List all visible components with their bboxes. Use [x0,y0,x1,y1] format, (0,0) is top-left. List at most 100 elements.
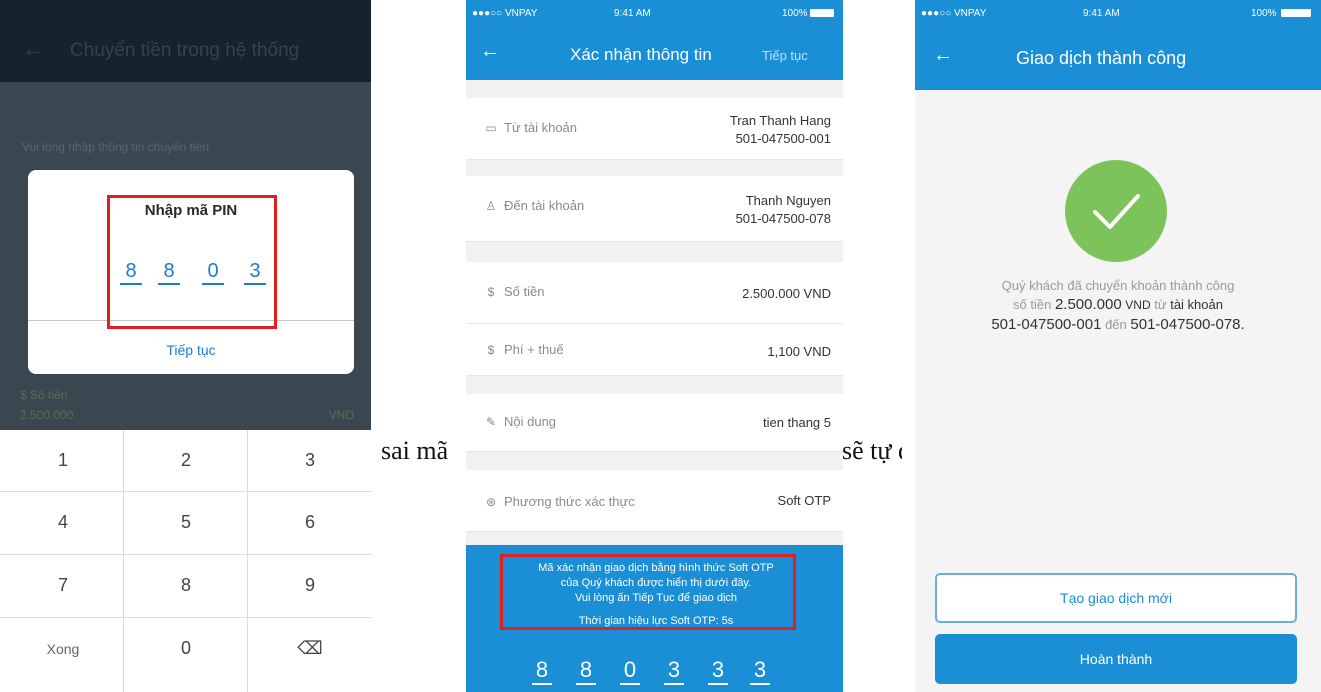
row-label-text: Từ tài khoản [504,120,578,135]
row-value: Tran Thanh Hang 501-047500-001 [730,112,831,148]
dollar-icon: $ [487,284,495,299]
nav-bar: ← Xác nhận thông tin Tiếp tục [466,28,843,80]
status-bar [0,0,371,18]
otp-digit: 3 [664,657,684,685]
amount-value: 2.500.000 [20,408,74,422]
checkmark-icon [1093,194,1140,229]
new-transaction-button[interactable]: Tạo giao dịch mới [935,573,1297,623]
divider [247,430,248,692]
success-screen: ●●●○○ VNPAY 9:41 AM 100% ← Giao dịch thà… [915,0,1321,692]
key-7[interactable]: 7 [2,555,124,616]
status-time: 9:41 AM [614,8,651,19]
pen-icon: ✎ [485,414,497,429]
row-label: ♙ Đến tài khoản [484,198,585,213]
document-text: sẽ tự đ [842,436,902,465]
dollar-icon: $ [20,388,31,402]
message-line: Quý khách đã chuyển khoản thành công [1001,278,1235,293]
confirm-screen: ●●●○○ VNPAY 9:41 AM 100% ← Xác nhận thôn… [466,0,843,692]
page-title: Giao dịch thành công [1016,48,1187,68]
continue-button[interactable]: Tiếp tục [28,342,354,358]
success-circle [1065,160,1167,262]
message-line: 501-047500-001 đến 501-047500-078. [935,315,1301,334]
row-label: ✎ Nội dung [484,414,556,429]
battery-label: 100% [782,8,808,19]
key-9[interactable]: 9 [249,555,371,616]
back-arrow-icon[interactable]: ← [22,36,44,62]
document-text: sai mã [381,436,449,465]
dollar-icon: $ [487,342,495,357]
amount-label: $ Số tiền [20,388,67,402]
auth-method-row: ⊛ Phương thức xác thực Soft OTP [466,470,843,532]
nav-bar: ← Giao dịch thành công [915,28,1321,90]
back-arrow-icon[interactable]: ← [480,40,500,63]
highlight-box [107,195,277,329]
done-key[interactable]: Xong [2,618,124,679]
otp-digit: 0 [620,657,640,685]
key-4[interactable]: 4 [2,492,124,553]
row-label-text: Số tiền [504,284,545,299]
form-hint: Vui lòng nhập thông tin chuyển tiền [22,140,210,154]
amount-label-text: Số tiền [30,388,68,402]
from-account-row: ▭ Từ tài khoản Tran Thanh Hang 501-047500-… [466,98,843,160]
account-number: 501-047500-078 [735,211,831,226]
carrier-label: ●●●○○ VNPAY [921,8,987,19]
otp-panel: Mã xác nhận giao dịch bằng hình thức Sof… [466,545,843,692]
finish-button[interactable]: Hoàn thành [935,634,1297,684]
status-bar: ●●●○○ VNPAY 9:41 AM 100% [466,0,843,28]
key-3[interactable]: 3 [249,430,371,491]
battery-icon [810,9,834,17]
from-account: 501-047500-001 [991,316,1102,333]
to-account: 501-047500-078 [1130,316,1241,333]
amount-unit: VND [328,408,354,422]
pin-entry-screen: ← Chuyển tiền trong hệ thống Vui lòng nh… [0,0,371,692]
nav-bar: ← Chuyển tiền trong hệ thống [0,18,371,82]
account-word: tài khoản [1170,297,1223,312]
row-value: Soft OTP [777,493,831,508]
otp-digit: 3 [750,657,770,685]
row-value: 1,100 VND [767,344,831,359]
key-5[interactable]: 5 [125,492,247,553]
currency-unit: VND [1125,298,1151,312]
key-2[interactable]: 2 [125,430,247,491]
page-title: Chuyển tiền trong hệ thống [70,40,300,61]
transfer-amount: 2.500.000 [1054,296,1122,313]
row-label: ▭ Từ tài khoản [484,120,577,135]
account-name: Thanh Nguyen [745,193,831,208]
amount-field[interactable]: 2.500.000 VND [20,408,360,422]
row-label-text: Đến tài khoản [504,198,585,213]
card-icon: ▭ [485,120,497,135]
to-account-row: ♙ Đến tài khoản Thanh Nguyen 501-047500-07… [466,176,843,242]
otp-digit: 8 [576,657,596,685]
fee-row: $ Phí + thuế 1,100 VND [466,324,843,376]
message-text: số tiền [1013,297,1052,312]
status-bar: ●●●○○ VNPAY 9:41 AM 100% [915,0,1321,28]
message-end: . [1240,316,1245,333]
row-value: tien thang 5 [763,415,831,430]
message-text: đến [1105,317,1127,332]
amount-row: $ Số tiền 2.500.000 VND [466,262,843,324]
otp-digit: 3 [708,657,728,685]
key-1[interactable]: 1 [2,430,124,491]
status-time: 9:41 AM [1083,8,1120,19]
row-value: Thanh Nguyen 501-047500-078 [736,192,831,228]
battery-label: 100% [1251,8,1277,19]
carrier-label: ●●●○○ VNPAY [472,8,538,19]
account-name: Tran Thanh Hang [729,113,831,128]
row-label-text: Phí + thuế [504,342,564,357]
message-text: từ [1154,297,1167,312]
key-8[interactable]: 8 [125,555,247,616]
account-number: 501-047500-001 [735,131,831,146]
row-value: 2.500.000 VND [742,286,831,301]
next-button[interactable]: Tiếp tục [762,48,808,63]
back-arrow-icon[interactable]: ← [933,44,953,67]
message-line: số tiền 2.500.000 VND từ tài khoản [935,295,1301,315]
row-label-text: Nội dung [504,414,557,429]
lock-icon: ⊛ [485,494,497,509]
otp-code: 8 8 0 3 3 3 [532,657,782,685]
row-label: $ Phí + thuế [484,342,564,357]
key-6[interactable]: 6 [249,492,371,553]
key-0[interactable]: 0 [125,618,247,679]
success-message: Quý khách đã chuyển khoản thành công số … [935,276,1301,334]
backspace-icon[interactable]: ⌫ [249,618,371,679]
row-label-text: Phương thức xác thực [504,494,635,509]
